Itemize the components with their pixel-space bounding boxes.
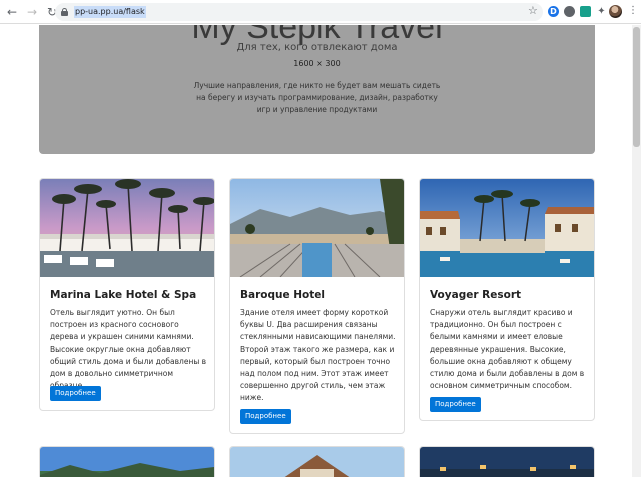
- address-bar[interactable]: pp-ua.pp.ua/flask: [55, 3, 543, 21]
- page-scrollbar[interactable]: [632, 25, 641, 477]
- hero-subtitle: Для тех, кого отвлекают дома: [236, 42, 398, 53]
- hotel-card: [39, 446, 215, 477]
- card-text: Отель выглядит уютно. Он был построен из…: [50, 308, 207, 390]
- hotel-image: [40, 179, 214, 277]
- forward-icon[interactable]: →: [24, 4, 40, 20]
- hotel-image: [230, 447, 404, 477]
- hero-jumbotron: My Stepik Travel Для тех, кого отвлекают…: [39, 25, 595, 154]
- hotel-image: [40, 447, 214, 477]
- card-title: Baroque Hotel: [240, 289, 325, 301]
- details-button[interactable]: Подробнее: [430, 397, 481, 412]
- card-text: Снаружи отель выглядит красиво и традици…: [430, 308, 585, 391]
- scrollbar-thumb[interactable]: [633, 27, 640, 147]
- profile-avatar[interactable]: [609, 5, 622, 18]
- page-content: My Stepik Travel Для тех, кого отвлекают…: [0, 25, 632, 477]
- hotel-card: [229, 446, 405, 477]
- card-title: Marina Lake Hotel & Spa: [50, 289, 197, 301]
- extension-d-icon[interactable]: D: [548, 6, 559, 17]
- details-button[interactable]: Подробнее: [50, 386, 101, 401]
- hotel-card: [419, 446, 595, 477]
- bookmark-star-icon[interactable]: ☆: [528, 5, 538, 17]
- browser-menu-icon[interactable]: ⋮: [628, 5, 638, 17]
- hotel-image: [420, 179, 594, 277]
- url-text[interactable]: pp-ua.pp.ua/flask: [74, 6, 146, 18]
- back-icon[interactable]: ←: [4, 4, 20, 20]
- browser-toolbar: ← → ↻ pp-ua.pp.ua/flask ☆ D ✦ ⋮: [0, 0, 641, 24]
- hotel-image: [230, 179, 404, 277]
- hotel-card: Baroque Hotel Здание отеля имеет форму к…: [229, 178, 405, 434]
- hotel-image: [420, 447, 594, 477]
- lock-icon[interactable]: [61, 8, 68, 16]
- extensions-puzzle-icon[interactable]: ✦: [596, 6, 607, 17]
- hotel-card: Voyager Resort Снаружи отель выглядит кр…: [419, 178, 595, 421]
- extension-green-icon[interactable]: [580, 6, 591, 17]
- extension-cloud-icon[interactable]: [564, 6, 575, 17]
- details-button[interactable]: Подробнее: [240, 409, 291, 424]
- card-title: Voyager Resort: [430, 289, 522, 301]
- hotel-card: Marina Lake Hotel & Spa Отель выглядит у…: [39, 178, 215, 411]
- hero-lead: Лучшие направления, где никто не будет в…: [193, 81, 441, 114]
- hero-size-label: 1600 × 300: [293, 59, 341, 68]
- card-text: Здание отеля имеет форму короткой буквы …: [240, 308, 396, 403]
